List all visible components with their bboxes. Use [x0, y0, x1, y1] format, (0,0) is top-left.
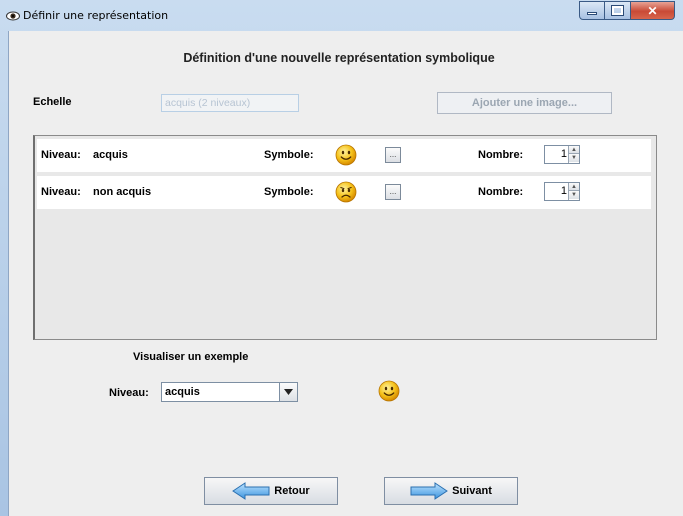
close-button[interactable]: ✕ [631, 1, 675, 20]
back-button[interactable]: Retour [204, 477, 338, 505]
title-bar[interactable]: Définir une représentation ✕ [0, 0, 683, 31]
preview-niveau-select[interactable]: acquis [161, 382, 298, 402]
niveau-label: Niveau: [41, 149, 81, 161]
nombre-label: Nombre: [478, 186, 524, 198]
symbole-label: Symbole: [264, 186, 314, 198]
spinner-up-icon[interactable]: ▲ [569, 183, 579, 191]
add-image-button[interactable]: Ajouter une image... [437, 92, 612, 114]
levels-list: Niveau: acquis Symbole: ... Nombre: 1 ▲ … [33, 135, 657, 340]
nombre-value[interactable]: 1 [547, 148, 567, 160]
maximize-icon [611, 5, 624, 16]
next-button-label: Suivant [452, 485, 492, 497]
close-icon: ✕ [647, 3, 658, 18]
happy-smiley-icon [335, 144, 357, 166]
next-button[interactable]: Suivant [384, 477, 518, 505]
chevron-down-icon [284, 389, 293, 395]
arrow-right-icon [410, 482, 449, 500]
preview-niveau-value[interactable]: acquis [165, 386, 200, 398]
nombre-spinner[interactable]: 1 ▲ ▼ [544, 145, 580, 164]
preview-title: Visualiser un exemple [133, 351, 249, 363]
level-row: Niveau: acquis Symbole: ... Nombre: 1 ▲ … [37, 139, 651, 172]
echelle-label: Echelle [33, 96, 72, 108]
preview-niveau-label: Niveau: [109, 387, 149, 399]
window-controls: ✕ [579, 1, 675, 20]
spinner-up-icon[interactable]: ▲ [569, 146, 579, 154]
niveau-value: acquis [93, 149, 128, 161]
nombre-label: Nombre: [478, 149, 524, 161]
level-row: Niveau: non acquis Symbole: ... Nombre: … [37, 176, 651, 209]
arrow-left-icon [232, 482, 270, 500]
eye-icon [6, 11, 20, 21]
spinner-down-icon[interactable]: ▼ [569, 191, 579, 199]
happy-smiley-icon [378, 380, 400, 402]
nombre-value[interactable]: 1 [547, 185, 567, 197]
spinner-buttons: ▲ ▼ [568, 146, 579, 163]
niveau-label: Niveau: [41, 186, 81, 198]
back-button-label: Retour [274, 485, 310, 497]
window-title: Définir une représentation [23, 9, 169, 22]
niveau-value: non acquis [93, 186, 152, 198]
maximize-button[interactable] [605, 1, 631, 20]
spinner-buttons: ▲ ▼ [568, 183, 579, 200]
minimize-icon [587, 12, 597, 15]
nombre-spinner[interactable]: 1 ▲ ▼ [544, 182, 580, 201]
dialog-content: Définition d'une nouvelle représentation… [8, 31, 683, 516]
minimize-button[interactable] [579, 1, 605, 20]
spinner-down-icon[interactable]: ▼ [569, 154, 579, 162]
choose-symbol-button[interactable]: ... [385, 147, 401, 163]
choose-symbol-button[interactable]: ... [385, 184, 401, 200]
dropdown-button[interactable] [279, 383, 297, 401]
symbole-label: Symbole: [264, 149, 314, 161]
page-title: Définition d'une nouvelle représentation… [183, 51, 495, 65]
sad-smiley-icon [335, 181, 357, 203]
echelle-field: acquis (2 niveaux) [161, 94, 299, 112]
dialog-window: Définir une représentation ✕ Définition … [0, 0, 683, 516]
